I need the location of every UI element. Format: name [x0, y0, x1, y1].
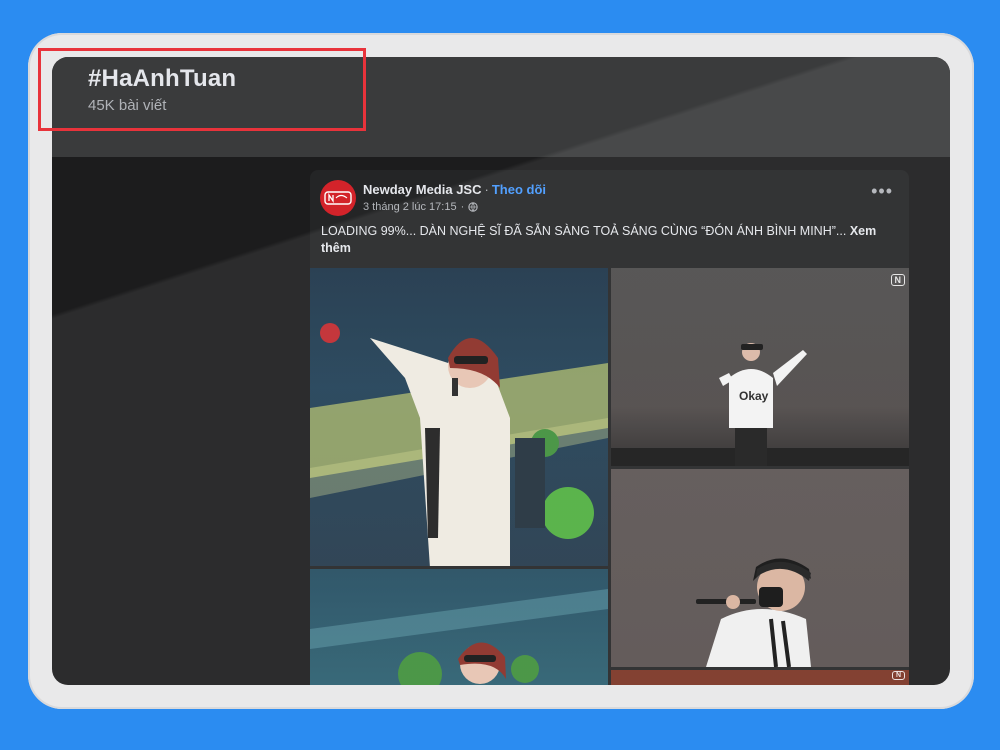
author-line: Newday Media JSC · Theo dõi	[363, 182, 546, 197]
follow-button[interactable]: Theo dõi	[492, 182, 546, 197]
post-photo-1[interactable]	[310, 268, 608, 566]
author-name[interactable]: Newday Media JSC	[363, 182, 482, 197]
singer-female-stage-image	[310, 323, 608, 566]
newday-logo-icon	[324, 191, 352, 205]
post-photo-3[interactable]	[611, 469, 909, 667]
author-separator: ·	[484, 182, 489, 197]
post-photo-2[interactable]: N Okay	[611, 268, 909, 466]
post-photo-4[interactable]	[310, 569, 608, 685]
caption-text: LOADING 99%... DÀN NGHỆ SĨ ĐÃ SẴN SÀNG T…	[321, 224, 847, 238]
more-horizontal-icon[interactable]: •••	[871, 182, 893, 200]
post-meta: 3 tháng 2 lúc 17:15 ·	[363, 201, 478, 213]
page-avatar[interactable]	[320, 180, 356, 216]
newday-watermark-icon: N	[890, 274, 905, 286]
singer-male-mic-image	[696, 558, 811, 667]
post-timestamp[interactable]: 3 tháng 2 lúc 17:15	[363, 201, 457, 213]
feed-post: Newday Media JSC · Theo dõi 3 tháng 2 lúc …	[310, 170, 909, 685]
singer-male-okay-image: Okay	[611, 343, 909, 466]
app-screen: #HaAnhTuan 45K bài viết Newday Media JSC…	[52, 57, 950, 685]
singer-female-stage-2-image	[310, 589, 608, 685]
newday-watermark-2-icon: N	[891, 671, 905, 680]
globe-icon	[468, 202, 478, 212]
post-caption: LOADING 99%... DÀN NGHỆ SĨ ĐÃ SẴN SÀNG T…	[321, 223, 901, 257]
timestamp-separator: ·	[460, 201, 465, 213]
highlight-box	[38, 48, 366, 131]
svg-text:Okay: Okay	[739, 389, 769, 403]
post-photo-5[interactable]: N	[611, 670, 909, 685]
